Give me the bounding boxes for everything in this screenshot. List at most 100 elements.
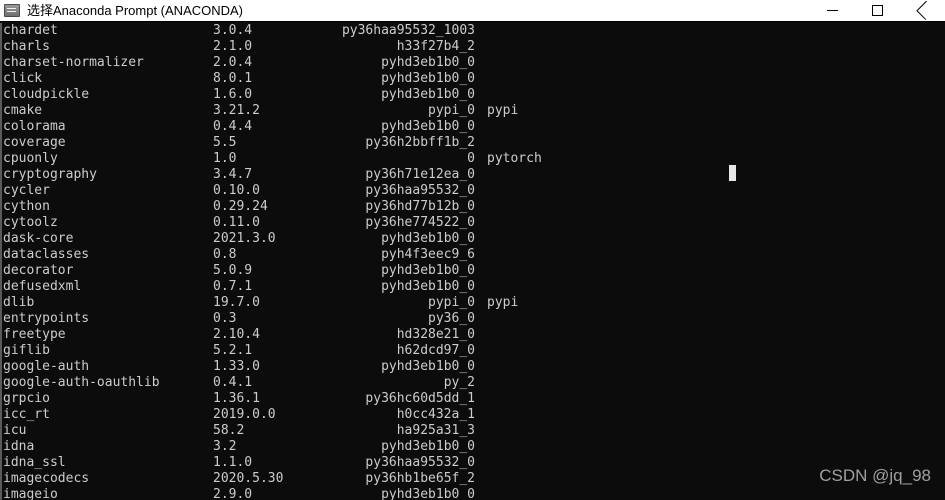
close-icon bbox=[917, 5, 928, 16]
package-row: cryptography 3.4.7 py36h71e12ea_0 bbox=[3, 167, 943, 183]
package-channel: pytorch bbox=[487, 151, 542, 166]
package-build: h33f27b4_2 bbox=[396, 39, 475, 54]
package-name: google-auth-oauthlib bbox=[3, 375, 160, 390]
minimize-icon bbox=[827, 10, 838, 11]
package-version: 3.4.7 bbox=[213, 167, 253, 182]
window-left-border bbox=[0, 23, 2, 500]
package-name: freetype bbox=[3, 327, 66, 342]
package-version: 3.0.4 bbox=[213, 23, 253, 38]
close-button[interactable] bbox=[900, 0, 945, 21]
package-build: pypi_0 bbox=[428, 295, 475, 310]
package-row: cytoolz 0.11.0 py36he774522_0 bbox=[3, 215, 943, 231]
package-name: imageio bbox=[3, 487, 58, 500]
package-version: 3.2 bbox=[213, 439, 237, 454]
package-version: 0.3 bbox=[213, 311, 237, 326]
package-name: imagecodecs bbox=[3, 471, 90, 486]
package-name: cloudpickle bbox=[3, 87, 90, 102]
package-name: cmake bbox=[3, 103, 43, 118]
package-version: 19.7.0 bbox=[213, 295, 260, 310]
terminal-output-area[interactable]: chardet 3.0.4 py36haa95532_1003 charls 2.1.0… bbox=[0, 23, 945, 500]
package-row: dask-core 2021.3.0 pyhd3eb1b0_0 bbox=[3, 231, 943, 247]
package-build: py36h71e12ea_0 bbox=[365, 167, 475, 182]
package-version: 8.0.1 bbox=[213, 71, 253, 86]
package-name: chardet bbox=[3, 23, 58, 38]
package-name: charset-normalizer bbox=[3, 55, 144, 70]
package-name: dlib bbox=[3, 295, 35, 310]
package-name: dask-core bbox=[3, 231, 74, 246]
package-name: google-auth bbox=[3, 359, 90, 374]
package-name: idna_ssl bbox=[3, 455, 66, 470]
package-row: grpcio 1.36.1 py36hc60d5dd_1 bbox=[3, 391, 943, 407]
package-build: pyhd3eb1b0_0 bbox=[381, 439, 475, 454]
package-version: 1.0 bbox=[213, 151, 237, 166]
maximize-button[interactable] bbox=[855, 0, 900, 21]
package-row: click 8.0.1 pyhd3eb1b0_0 bbox=[3, 71, 943, 87]
package-build: py36haa95532_0 bbox=[365, 455, 475, 470]
package-name: charls bbox=[3, 39, 50, 54]
package-build: pyhd3eb1b0_0 bbox=[381, 119, 475, 134]
package-row: giflib 5.2.1 h62dcd97_0 bbox=[3, 343, 943, 359]
package-channel: pypi bbox=[487, 295, 519, 310]
package-row: icc_rt 2019.0.0 h0cc432a_1 bbox=[3, 407, 943, 423]
watermark-label: CSDN @jq_98 bbox=[819, 466, 931, 485]
package-version: 0.7.1 bbox=[213, 279, 253, 294]
package-channel: pypi bbox=[487, 103, 519, 118]
package-build: py36haa95532_1003 bbox=[341, 23, 475, 38]
package-name: dataclasses bbox=[3, 247, 90, 262]
package-name: decorator bbox=[3, 263, 74, 278]
window-title: 选择Anaconda Prompt (ANACONDA) bbox=[27, 2, 244, 18]
package-version: 0.11.0 bbox=[213, 215, 260, 230]
package-row: chardet 3.0.4 py36haa95532_1003 bbox=[3, 23, 943, 39]
package-version: 5.0.9 bbox=[213, 263, 253, 278]
package-build: pyhd3eb1b0_0 bbox=[381, 231, 475, 246]
package-version: 1.6.0 bbox=[213, 87, 253, 102]
package-version: 1.33.0 bbox=[213, 359, 260, 374]
package-build: h0cc432a_1 bbox=[396, 407, 475, 422]
package-version: 2.10.4 bbox=[213, 327, 260, 342]
titlebar[interactable]: 选择Anaconda Prompt (ANACONDA) bbox=[0, 0, 945, 22]
package-name: cryptography bbox=[3, 167, 97, 182]
package-name: cython bbox=[3, 199, 50, 214]
package-name: giflib bbox=[3, 343, 50, 358]
package-name: grpcio bbox=[3, 391, 50, 406]
package-name: entrypoints bbox=[3, 311, 90, 326]
console-window: 选择Anaconda Prompt (ANACONDA) chardet 3.0.… bbox=[0, 0, 945, 500]
package-version: 0.8 bbox=[213, 247, 237, 262]
package-build: py36he774522_0 bbox=[365, 215, 475, 230]
package-row: google-auth-oauthlib 0.4.1 py_2 bbox=[3, 375, 943, 391]
package-name: cytoolz bbox=[3, 215, 58, 230]
package-version: 5.5 bbox=[213, 135, 237, 150]
package-name: click bbox=[3, 71, 43, 86]
package-row: dataclasses 0.8 pyh4f3eec9_6 bbox=[3, 247, 943, 263]
package-row: dlib 19.7.0 pypi_0 pypi bbox=[3, 295, 943, 311]
package-version: 0.10.0 bbox=[213, 183, 260, 198]
package-name: cpuonly bbox=[3, 151, 58, 166]
package-row: cpuonly 1.0 0 pytorch bbox=[3, 151, 943, 167]
package-row: coverage 5.5 py36h2bbff1b_2 bbox=[3, 135, 943, 151]
package-version: 2.0.4 bbox=[213, 55, 253, 70]
package-list: chardet 3.0.4 py36haa95532_1003 charls 2.1.0… bbox=[3, 23, 943, 500]
package-build: pyhd3eb1b0_0 bbox=[381, 359, 475, 374]
package-build: py36_0 bbox=[428, 311, 475, 326]
minimize-button[interactable] bbox=[810, 0, 855, 21]
package-build: py36hd77b12b_0 bbox=[365, 199, 475, 214]
package-version: 0.4.4 bbox=[213, 119, 253, 134]
package-row: idna 3.2 pyhd3eb1b0_0 bbox=[3, 439, 943, 455]
package-name: cycler bbox=[3, 183, 50, 198]
titlebar-left-group: 选择Anaconda Prompt (ANACONDA) bbox=[0, 0, 243, 22]
package-row: cycler 0.10.0 py36haa95532_0 bbox=[3, 183, 943, 199]
package-row: google-auth 1.33.0 pyhd3eb1b0_0 bbox=[3, 359, 943, 375]
package-row: defusedxml 0.7.1 pyhd3eb1b0_0 bbox=[3, 279, 943, 295]
package-version: 2.9.0 bbox=[213, 487, 253, 500]
package-row: imagecodecs 2020.5.30 py36hb1be65f_2 bbox=[3, 471, 943, 487]
package-build: 0 bbox=[467, 151, 475, 166]
package-row: cmake 3.21.2 pypi_0 pypi bbox=[3, 103, 943, 119]
package-name: idna bbox=[3, 439, 35, 454]
package-row: charls 2.1.0 h33f27b4_2 bbox=[3, 39, 943, 55]
package-version: 2021.3.0 bbox=[213, 231, 276, 246]
package-name: defusedxml bbox=[3, 279, 82, 294]
package-version: 58.2 bbox=[213, 423, 245, 438]
package-row: decorator 5.0.9 pyhd3eb1b0_0 bbox=[3, 263, 943, 279]
package-version: 1.1.0 bbox=[213, 455, 253, 470]
package-version: 1.36.1 bbox=[213, 391, 260, 406]
